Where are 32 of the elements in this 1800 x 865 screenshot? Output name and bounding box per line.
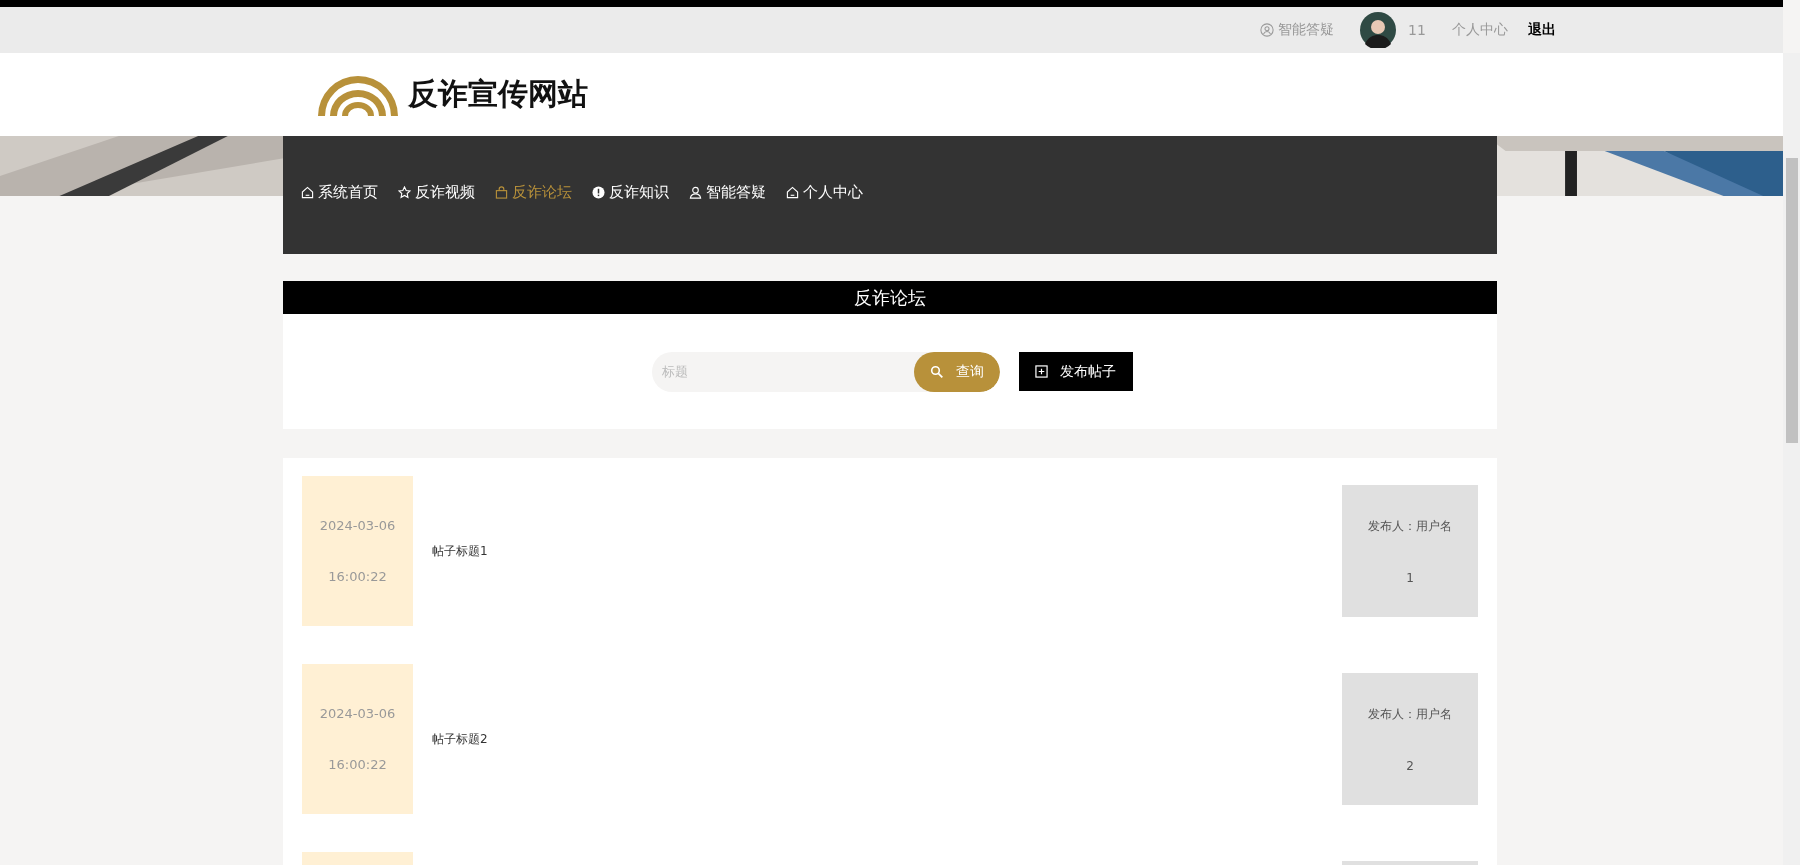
post-title[interactable]: 帖子标题1 bbox=[432, 543, 488, 558]
logout-link[interactable]: 退出 bbox=[1527, 21, 1556, 39]
post-count: 2 bbox=[1406, 758, 1414, 773]
home-icon bbox=[301, 186, 314, 199]
nav-item[interactable]: 系统首页 bbox=[301, 183, 378, 202]
username: 11 bbox=[1408, 22, 1426, 38]
site-name: 反诈宣传网站 bbox=[408, 75, 588, 113]
post-time: 16:00:22 bbox=[328, 757, 387, 772]
person-icon bbox=[1260, 23, 1274, 37]
search-icon bbox=[929, 364, 944, 379]
nav-item[interactable]: 智能答疑 bbox=[689, 183, 766, 202]
nav-item[interactable]: 反诈知识 bbox=[592, 183, 669, 202]
bag-icon bbox=[495, 186, 508, 199]
star-icon bbox=[398, 186, 411, 199]
post-date: 2024-03-06 bbox=[319, 518, 396, 533]
plus-square-icon bbox=[1035, 365, 1048, 378]
scrollbar[interactable] bbox=[1783, 53, 1800, 865]
post-count: 1 bbox=[1406, 570, 1414, 585]
new-post-button[interactable]: 发布帖子 bbox=[1018, 352, 1133, 391]
nav-item[interactable]: 反诈论坛 bbox=[495, 183, 572, 202]
post-date: 2024-03-06 bbox=[319, 706, 396, 721]
avatar[interactable] bbox=[1360, 12, 1396, 48]
nav-item[interactable]: 个人中心 bbox=[786, 183, 863, 202]
post-author: 发布人：用户名 bbox=[1368, 517, 1452, 535]
post-author: 发布人：用户名 bbox=[1368, 705, 1452, 723]
section-title: 反诈论坛 bbox=[283, 281, 1497, 314]
post-time: 16:00:22 bbox=[328, 569, 387, 584]
post-title[interactable]: 帖子标题2 bbox=[432, 731, 488, 746]
person-icon bbox=[689, 186, 702, 199]
home-icon bbox=[786, 186, 799, 199]
nav-item[interactable]: 反诈视频 bbox=[398, 183, 475, 202]
alert-icon bbox=[592, 186, 605, 199]
